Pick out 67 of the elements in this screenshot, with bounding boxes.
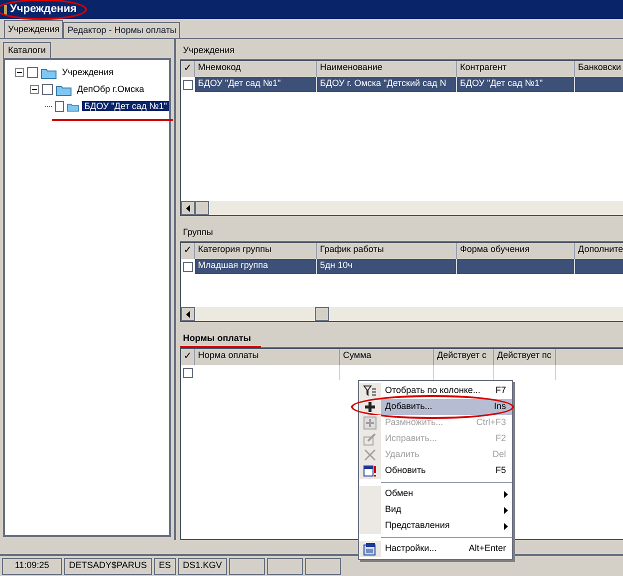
shortcut-text: F2 [495,432,507,446]
plus-icon [363,416,377,430]
filter-icon [363,384,377,398]
status-panel [304,558,341,574]
shortcut-text: Alt+Enter [468,542,507,556]
submenu-arrow-icon [504,506,508,514]
row-checkbox[interactable] [183,368,193,378]
grip-icon [4,4,7,14]
menu-item[interactable]: Представления [359,518,512,534]
plus-icon [363,400,377,414]
tree-checkbox[interactable] [54,101,64,112]
table-row[interactable]: БДОУ "Дет сад №1" БДОУ г. Омска "Детский сад N БДОУ "Дет сад №1" [181,77,623,92]
collapse-icon[interactable] [15,68,24,77]
status-panel [266,558,303,574]
submenu-arrow-icon [504,522,508,530]
table-cell: Младшая группа [198,260,268,270]
shortcut-text: Ctrl+F3 [476,416,507,430]
status-text: ES [158,559,171,572]
tree-checkbox[interactable] [42,84,53,95]
shortcut-text: F7 [495,384,507,398]
shortcut-text: Del [492,448,507,462]
table-cell: 5дн 10ч [320,260,352,270]
tree-item[interactable]: ДепОбр г.Омска [75,84,146,94]
horizontal-scrollbar[interactable] [181,307,623,321]
tree-item[interactable]: Учреждения [60,66,116,77]
section-title: Учреждения [183,44,234,55]
scroll-left-button[interactable] [181,307,195,321]
settings-icon [363,542,377,556]
horizontal-scrollbar[interactable] [181,201,623,215]
delete-icon [363,448,377,462]
tree-line [45,106,52,107]
table-row[interactable]: Младшая группа 5дн 10ч [181,259,623,274]
status-panel [228,558,265,574]
scroll-left-button[interactable] [181,201,195,215]
menu-item[interactable]: Настройки... Alt+Enter [359,541,512,557]
window-title: Учреждения [10,4,77,15]
table-cell: БДОУ "Дет сад №1" [198,78,281,88]
table-cell: БДОУ "Дет сад №1" [460,78,543,88]
shortcut-text: Ins [494,400,507,414]
section-title: Группы [183,226,213,237]
status-text: DETSADY$PARUS [69,559,147,572]
tab[interactable]: Редактор - Нормы оплаты [63,22,180,38]
calendar-icon [363,464,377,478]
left-arrow-icon [186,310,190,318]
shortcut-text: F5 [495,464,507,478]
menu-item[interactable]: Вид [359,502,512,518]
tree-checkbox[interactable] [27,67,38,78]
status-text: DS1.KGV [182,559,222,572]
row-checkbox[interactable] [183,262,193,272]
tab[interactable]: Учреждения [4,20,64,38]
scroll-thumb[interactable] [195,201,209,215]
status-text: 11:09:25 [14,559,50,572]
row-checkbox[interactable] [183,80,193,90]
pencil-icon [363,432,377,446]
submenu-arrow-icon [504,490,508,498]
section-title: Нормы оплаты [183,332,251,343]
collapse-icon[interactable] [30,85,39,94]
table-cell: БДОУ г. Омска "Детский сад N [320,78,446,88]
scroll-thumb[interactable] [314,307,329,321]
menu-item[interactable]: Добавить... Ins [359,399,512,415]
folder-icon [56,84,72,96]
menu-item[interactable]: Отобрать по колонке... F7 [359,383,512,399]
tree-item[interactable]: БДОУ "Дет сад №1" [82,100,169,111]
folder-icon [41,66,57,78]
menu-item[interactable]: Обновить F5 [359,463,512,479]
left-arrow-icon [186,204,190,212]
menu-item[interactable]: Обмен [359,486,512,502]
